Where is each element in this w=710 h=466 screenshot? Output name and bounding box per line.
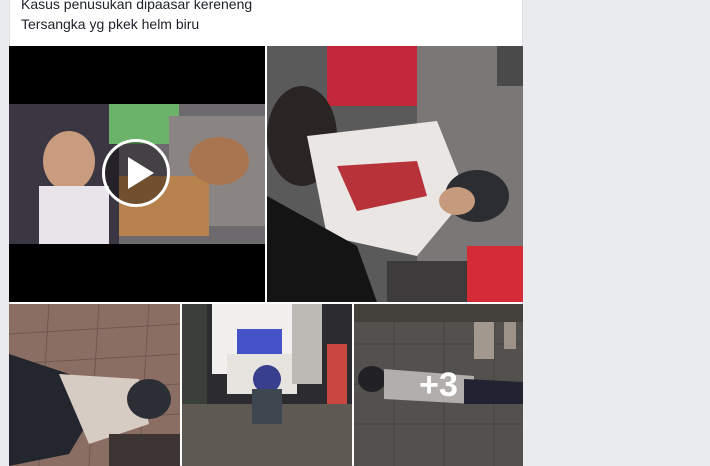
post-text-line: Tersangka yg pkek helm biru (21, 16, 200, 32)
photo-image (9, 304, 180, 466)
more-count-label: +3 (354, 304, 523, 466)
play-button[interactable] (102, 139, 170, 207)
more-photos-thumbnail[interactable]: +3 (354, 304, 523, 466)
photo-thumbnail[interactable] (182, 304, 352, 466)
photo-image (267, 46, 523, 302)
photo-thumbnail[interactable] (267, 46, 523, 302)
video-thumbnail[interactable] (9, 46, 265, 302)
post-message: Kasus penusukan dipaasar kereneng Tersan… (21, 0, 521, 34)
photo-thumbnail[interactable] (9, 304, 180, 466)
post-text-line: Kasus penusukan dipaasar kereneng (21, 0, 253, 12)
photo-image (182, 304, 352, 466)
